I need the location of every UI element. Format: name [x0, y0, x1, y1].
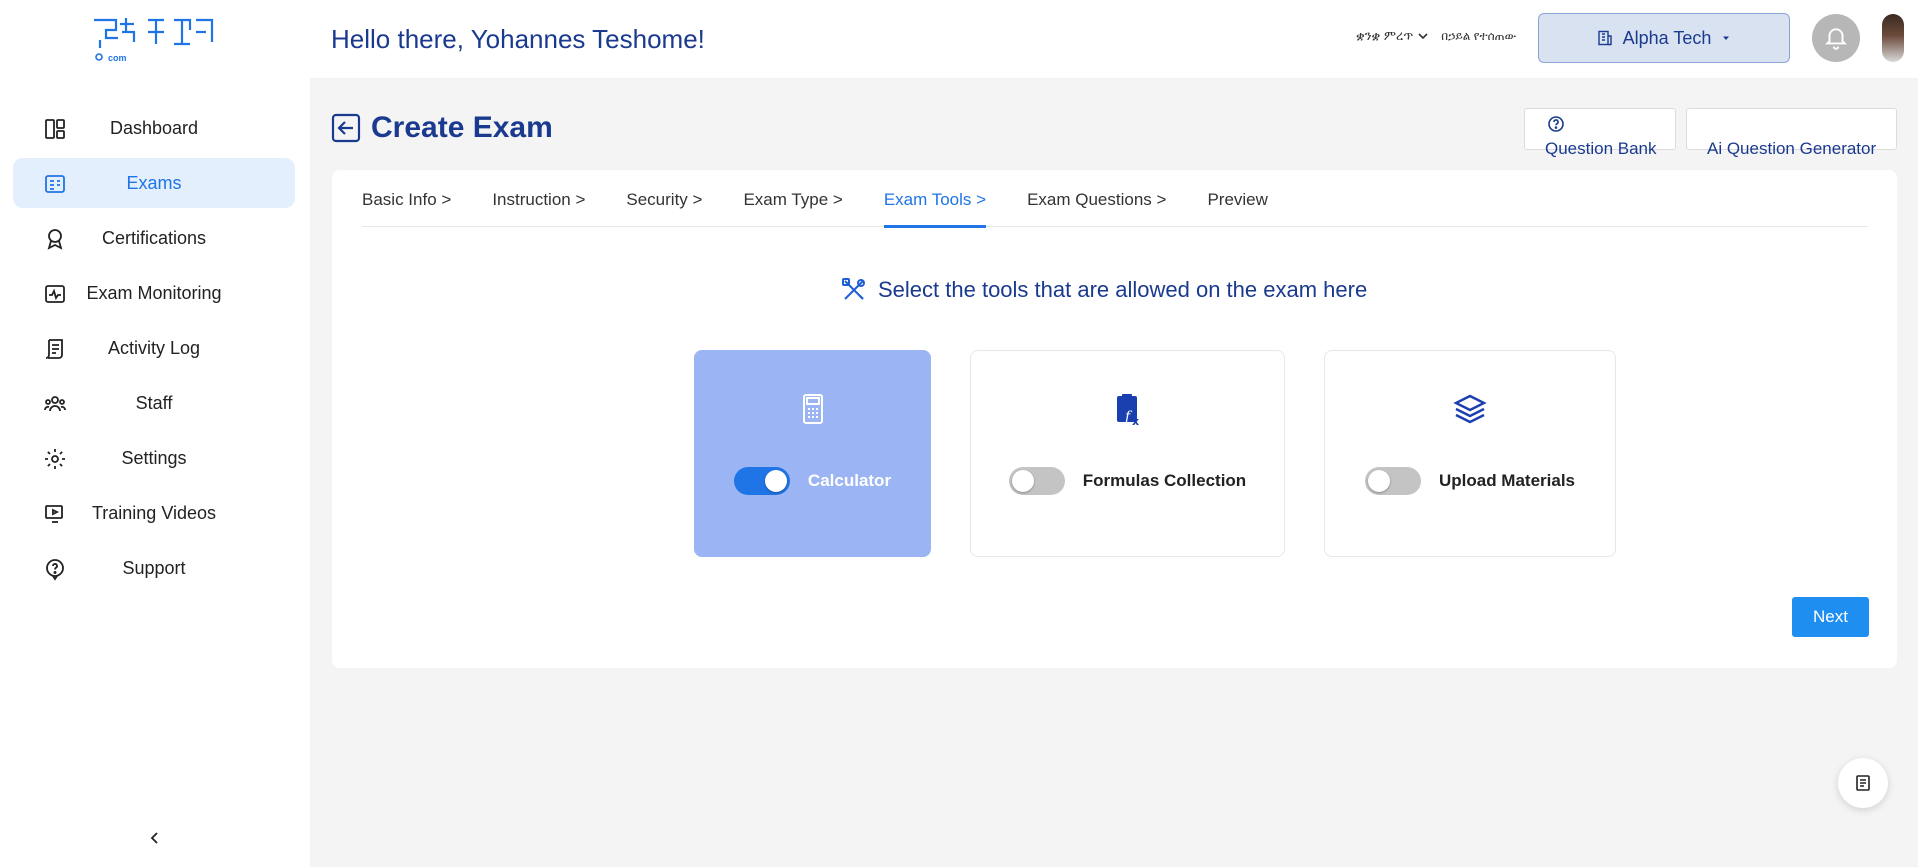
tool-row: Upload Materials: [1325, 467, 1615, 495]
exams-icon: [43, 172, 67, 196]
back-arrow-icon[interactable]: [331, 113, 361, 143]
tab-basic-info[interactable]: Basic Info >: [362, 170, 451, 227]
svg-text:com: com: [108, 53, 127, 63]
sidebar-item-staff[interactable]: Staff: [13, 378, 295, 428]
gear-icon: [43, 447, 67, 471]
certificate-icon: [43, 227, 67, 251]
tab-security[interactable]: Security >: [626, 170, 702, 227]
floating-notes-button[interactable]: [1838, 758, 1888, 808]
avatar[interactable]: [1882, 14, 1904, 62]
toggle-knob: [764, 470, 787, 492]
ai-question-generator-label: Ai Question Generator: [1707, 139, 1877, 158]
tools-heading-text: Select the tools that are allowed on the…: [878, 277, 1368, 302]
upload-materials-toggle[interactable]: [1364, 467, 1421, 495]
sidebar-item-certifications[interactable]: Certifications: [13, 213, 295, 263]
tool-card-formulas[interactable]: fx Formulas Collection: [970, 350, 1285, 557]
sidebar-nav: Dashboard Exams Certifications Exam Moni…: [13, 103, 295, 598]
tools-icon: [842, 278, 865, 300]
staff-icon: [43, 392, 67, 416]
organization-name: Alpha Tech: [1622, 27, 1712, 48]
chevron-left-icon: [150, 832, 158, 844]
calculator-toggle[interactable]: [733, 467, 790, 495]
dashboard-icon: [43, 117, 67, 141]
wizard-tabs: Basic Info > Instruction > Security > Ex…: [362, 170, 1868, 228]
sidebar-item-exams[interactable]: Exams: [13, 158, 295, 208]
tab-exam-tools[interactable]: Exam Tools >: [883, 170, 987, 228]
tab-exam-questions[interactable]: Exam Questions >: [1027, 170, 1166, 227]
document-icon: [1856, 775, 1870, 791]
caret-down-icon: [1723, 36, 1730, 40]
building-icon: [1597, 30, 1612, 46]
calculator-icon: [802, 394, 823, 424]
sidebar-item-training-videos[interactable]: Training Videos: [13, 488, 295, 538]
tool-row: Formulas Collection: [971, 467, 1284, 495]
collapse-sidebar-button[interactable]: [143, 826, 167, 850]
create-exam-card: Basic Info > Instruction > Security > Ex…: [332, 170, 1897, 668]
next-button[interactable]: Next: [1792, 597, 1869, 637]
tool-card-upload-materials[interactable]: Upload Materials: [1324, 350, 1616, 557]
tab-exam-type[interactable]: Exam Type >: [743, 170, 842, 227]
bell-icon: [1824, 28, 1848, 50]
brand-logo-icon[interactable]: com: [90, 14, 218, 64]
help-icon: [43, 557, 67, 581]
page-title: Create Exam: [371, 111, 553, 144]
language-selector[interactable]: ቋንቋ ምረጥ በኃይል የተሰጠው: [1356, 28, 1516, 44]
top-header: Hello there, Yohannes Teshome! ቋንቋ ምረጥ በ…: [310, 0, 1918, 78]
greeting-text: Hello there, Yohannes Teshome!: [331, 24, 705, 54]
chevron-down-icon: [1418, 33, 1428, 40]
tool-card-calculator[interactable]: Calculator: [694, 350, 931, 557]
tab-instruction[interactable]: Instruction >: [492, 170, 585, 227]
monitoring-icon: [43, 282, 67, 306]
sidebar-item-exam-monitoring[interactable]: Exam Monitoring: [13, 268, 295, 318]
question-bank-button[interactable]: Question Bank: [1524, 108, 1676, 158]
organization-dropdown[interactable]: Alpha Tech: [1538, 13, 1790, 63]
tab-preview[interactable]: Preview: [1207, 170, 1267, 227]
tools-heading: Select the tools that are allowed on the…: [840, 276, 1367, 304]
sidebar-item-activity-log[interactable]: Activity Log: [13, 323, 295, 373]
question-bank-label: Question Bank: [1545, 139, 1657, 158]
tool-label: Upload Materials: [1438, 471, 1576, 490]
toggle-knob: [1011, 470, 1034, 492]
ai-question-generator-button[interactable]: Ai Question Generator: [1686, 108, 1897, 158]
sidebar: com Dashboard Exams Certifications Exam …: [0, 0, 310, 867]
toggle-knob: [1367, 470, 1390, 492]
sidebar-item-dashboard[interactable]: Dashboard: [13, 103, 295, 153]
language-powered-by: በኃይል የተሰጠው: [1441, 28, 1517, 43]
sidebar-item-support[interactable]: Support: [13, 543, 295, 593]
video-icon: [43, 502, 67, 526]
tool-row: Calculator: [695, 467, 930, 495]
question-circle-icon: [1548, 116, 1564, 132]
notifications-button[interactable]: [1812, 14, 1860, 62]
formulas-toggle[interactable]: [1008, 467, 1065, 495]
page-header: Create Exam: [331, 111, 553, 145]
language-label: ቋንቋ ምረጥ: [1356, 28, 1414, 43]
tool-label: Calculator: [807, 471, 892, 490]
layers-icon: [1453, 394, 1487, 424]
svg-text:x: x: [1132, 415, 1139, 427]
activity-log-icon: [43, 337, 67, 361]
sidebar-item-settings[interactable]: Settings: [13, 433, 295, 483]
formula-icon: fx: [1116, 394, 1139, 427]
tool-label: Formulas Collection: [1082, 471, 1247, 490]
